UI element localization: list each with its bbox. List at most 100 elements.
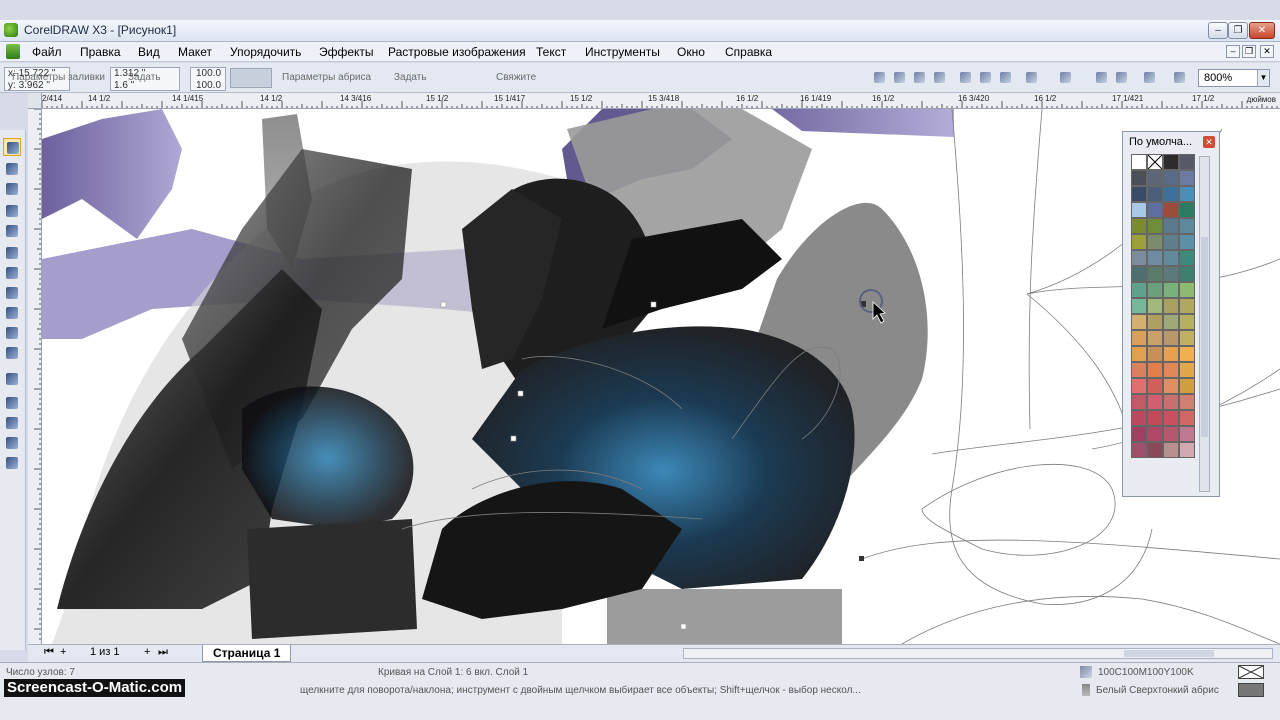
text-tool-icon[interactable] bbox=[3, 344, 21, 362]
color-swatch[interactable] bbox=[1131, 218, 1147, 234]
undo-icon[interactable] bbox=[1022, 68, 1040, 86]
color-swatch[interactable] bbox=[1131, 250, 1147, 266]
color-swatch[interactable] bbox=[1163, 170, 1179, 186]
color-swatch[interactable] bbox=[1147, 250, 1163, 266]
outline-swatch[interactable] bbox=[1238, 683, 1264, 697]
color-swatch[interactable] bbox=[1163, 282, 1179, 298]
menu-edit[interactable]: Правка bbox=[80, 45, 121, 59]
color-swatch[interactable] bbox=[1163, 314, 1179, 330]
color-swatch[interactable] bbox=[1131, 442, 1147, 458]
basic-shapes-tool-icon[interactable] bbox=[3, 324, 21, 342]
outline-tool-icon[interactable] bbox=[3, 414, 21, 432]
open-icon[interactable] bbox=[890, 68, 908, 86]
ruler-origin[interactable] bbox=[28, 93, 42, 109]
color-swatch[interactable] bbox=[1163, 186, 1179, 202]
color-swatch[interactable] bbox=[1163, 346, 1179, 362]
color-swatch[interactable] bbox=[1163, 378, 1179, 394]
color-swatch[interactable] bbox=[1147, 266, 1163, 282]
color-swatch[interactable] bbox=[1163, 202, 1179, 218]
color-swatch[interactable] bbox=[1179, 202, 1195, 218]
palette-scroll-thumb[interactable] bbox=[1201, 237, 1208, 437]
corel-online-icon[interactable] bbox=[1170, 68, 1188, 86]
color-swatch[interactable] bbox=[1163, 154, 1179, 170]
vertical-ruler[interactable] bbox=[28, 109, 42, 644]
color-swatch[interactable] bbox=[1147, 410, 1163, 426]
color-swatch[interactable] bbox=[1147, 330, 1163, 346]
horizontal-scrollbar[interactable] bbox=[683, 648, 1273, 659]
color-swatch[interactable] bbox=[1147, 202, 1163, 218]
link-label[interactable]: Свяжите bbox=[496, 72, 536, 83]
paste-icon[interactable] bbox=[996, 68, 1014, 86]
color-swatch[interactable] bbox=[1179, 250, 1195, 266]
color-swatch[interactable] bbox=[1179, 298, 1195, 314]
color-swatch[interactable] bbox=[1147, 442, 1163, 458]
drawing-canvas[interactable] bbox=[42, 109, 1280, 644]
color-swatch[interactable] bbox=[1179, 426, 1195, 442]
color-swatch[interactable] bbox=[1179, 186, 1195, 202]
color-swatch[interactable] bbox=[1179, 266, 1195, 282]
palette-scrollbar[interactable] bbox=[1199, 156, 1210, 492]
color-swatch[interactable] bbox=[1163, 394, 1179, 410]
color-swatch[interactable] bbox=[1131, 266, 1147, 282]
smart-fill-tool-icon[interactable] bbox=[3, 244, 21, 262]
zoom-level-select[interactable]: 800% ▼ bbox=[1198, 69, 1270, 87]
cut-icon[interactable] bbox=[956, 68, 974, 86]
doc-restore-button[interactable]: ❐ bbox=[1242, 45, 1256, 58]
eyedropper-tool-icon[interactable] bbox=[3, 394, 21, 412]
color-swatch[interactable] bbox=[1147, 154, 1163, 170]
crop-tool-icon[interactable] bbox=[3, 180, 21, 198]
color-swatch[interactable] bbox=[1147, 282, 1163, 298]
color-swatch[interactable] bbox=[1147, 314, 1163, 330]
minimize-button[interactable]: – bbox=[1208, 22, 1228, 39]
color-swatch[interactable] bbox=[1131, 394, 1147, 410]
color-swatch[interactable] bbox=[1131, 426, 1147, 442]
color-swatch[interactable] bbox=[1179, 282, 1195, 298]
color-swatch[interactable] bbox=[1147, 186, 1163, 202]
menu-text[interactable]: Текст bbox=[536, 45, 566, 59]
horizontal-scroll-thumb[interactable] bbox=[1124, 650, 1214, 657]
color-swatch[interactable] bbox=[1163, 266, 1179, 282]
menu-window[interactable]: Окно bbox=[677, 45, 705, 59]
color-swatch[interactable] bbox=[1147, 362, 1163, 378]
color-swatch[interactable] bbox=[1179, 170, 1195, 186]
color-swatch[interactable] bbox=[1163, 234, 1179, 250]
document-icon[interactable] bbox=[6, 44, 20, 59]
pick-tool-icon[interactable] bbox=[3, 138, 21, 156]
dark-square-shape[interactable] bbox=[247, 519, 417, 639]
fill-tool-icon[interactable] bbox=[3, 434, 21, 452]
first-page-button[interactable]: ⏮ bbox=[44, 646, 54, 659]
redo-icon[interactable] bbox=[1056, 68, 1074, 86]
color-swatch[interactable] bbox=[1179, 362, 1195, 378]
set-button-2[interactable]: Задать bbox=[394, 72, 427, 83]
color-swatch[interactable] bbox=[1163, 218, 1179, 234]
outline-params-label[interactable]: Параметры абриса bbox=[282, 72, 371, 83]
set-button[interactable]: Задать bbox=[128, 72, 161, 83]
color-swatch[interactable] bbox=[1131, 346, 1147, 362]
color-swatch[interactable] bbox=[1163, 250, 1179, 266]
menu-view[interactable]: Вид bbox=[138, 45, 160, 59]
color-swatch[interactable] bbox=[1131, 314, 1147, 330]
menu-bitmaps[interactable]: Растровые изображения bbox=[388, 45, 526, 59]
shape-tool-icon[interactable] bbox=[3, 160, 21, 178]
ellipse-tool-icon[interactable] bbox=[3, 284, 21, 302]
color-swatch[interactable] bbox=[1179, 442, 1195, 458]
color-swatch[interactable] bbox=[1163, 410, 1179, 426]
color-swatch[interactable] bbox=[1163, 442, 1179, 458]
color-swatch[interactable] bbox=[1147, 218, 1163, 234]
freehand-tool-icon[interactable] bbox=[3, 222, 21, 240]
export-icon[interactable] bbox=[1112, 68, 1130, 86]
color-swatch[interactable] bbox=[1179, 410, 1195, 426]
menu-arrange[interactable]: Упорядочить bbox=[230, 45, 301, 59]
color-swatch[interactable] bbox=[1179, 330, 1195, 346]
menu-file[interactable]: Файл bbox=[32, 45, 62, 59]
color-swatch[interactable] bbox=[1179, 346, 1195, 362]
fill-swatch[interactable] bbox=[1238, 665, 1264, 679]
color-swatch[interactable] bbox=[1163, 330, 1179, 346]
color-swatch[interactable] bbox=[1179, 394, 1195, 410]
rectangle-tool-icon[interactable] bbox=[3, 264, 21, 282]
maximize-button[interactable]: ❐ bbox=[1228, 22, 1248, 39]
color-swatch[interactable] bbox=[1179, 234, 1195, 250]
color-swatch[interactable] bbox=[1147, 234, 1163, 250]
print-icon[interactable] bbox=[930, 68, 948, 86]
artwork[interactable] bbox=[42, 109, 1280, 644]
